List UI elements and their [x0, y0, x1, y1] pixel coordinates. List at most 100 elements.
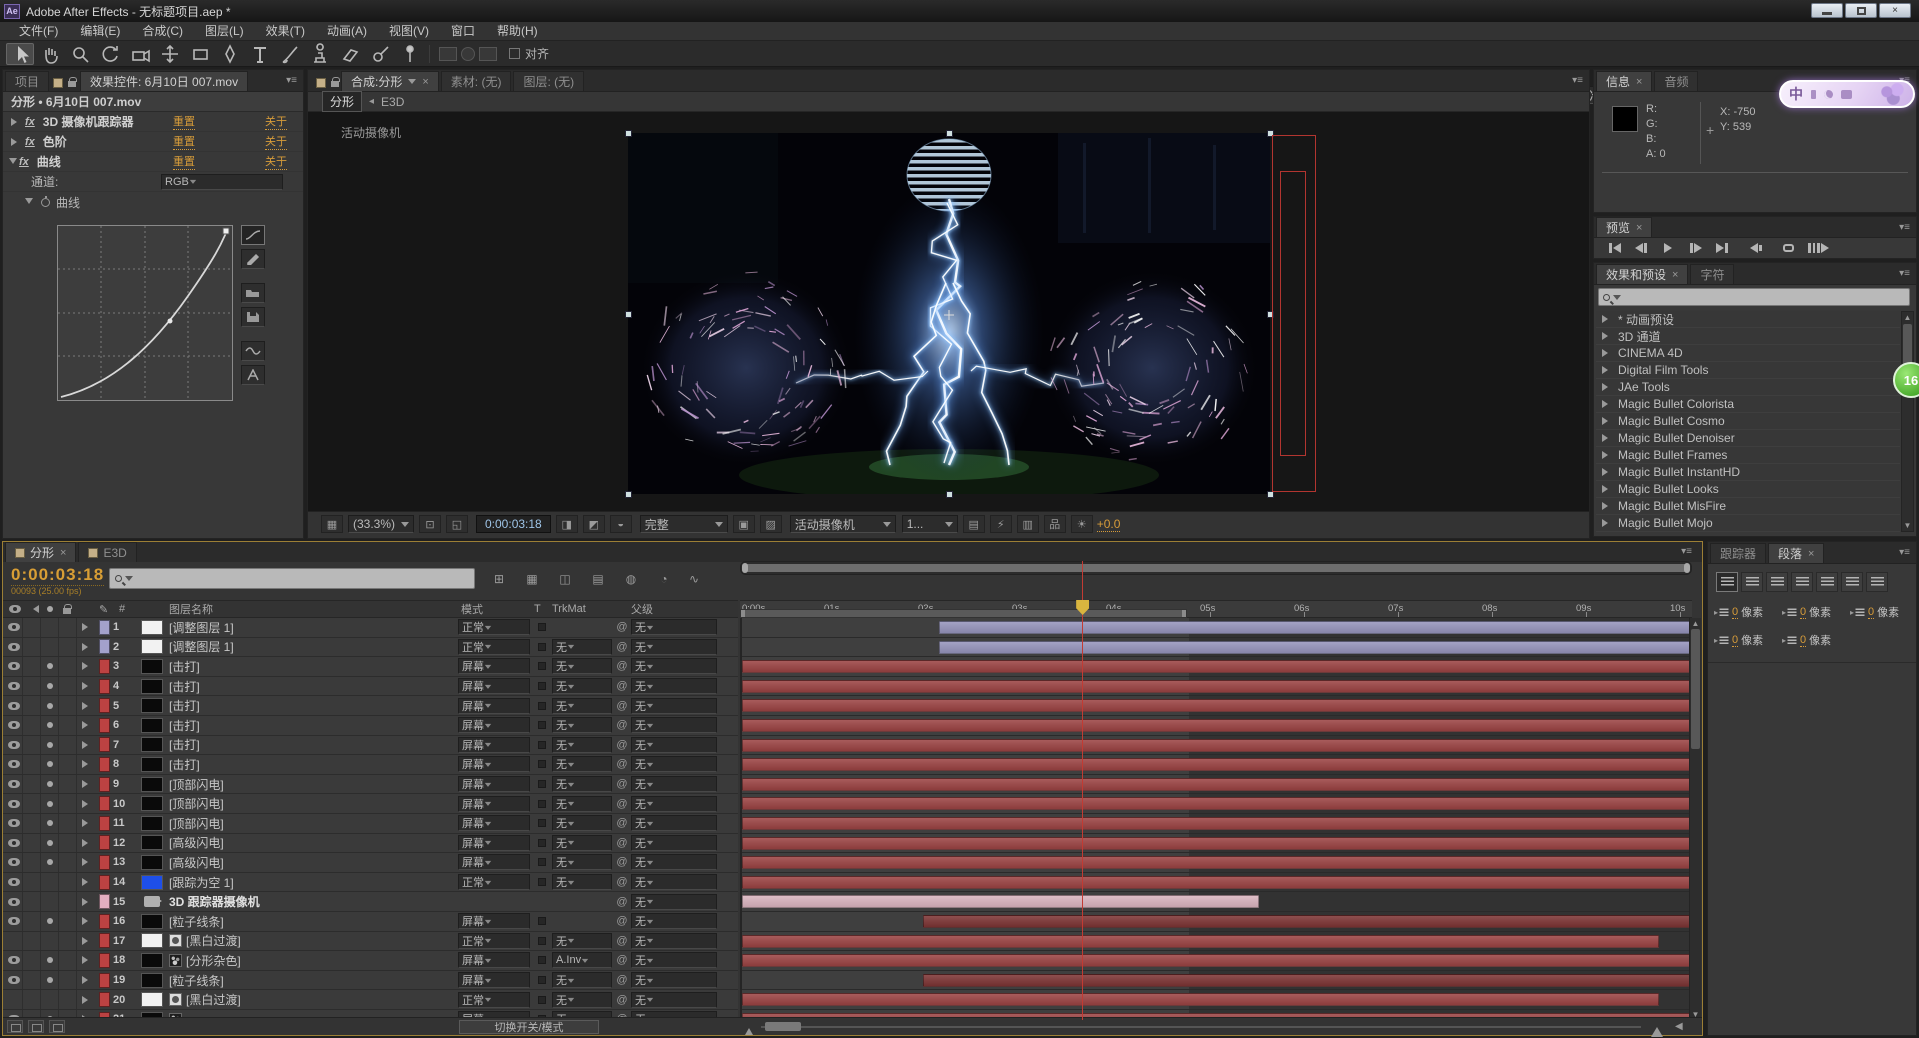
presets-search-input[interactable]: [1598, 288, 1910, 306]
blend-mode-dropdown[interactable]: 正常: [458, 638, 530, 657]
blend-mode-dropdown[interactable]: 屏幕: [458, 971, 530, 990]
ruler-icon[interactable]: ▤: [963, 515, 985, 533]
layer-audio-toggle[interactable]: [23, 794, 41, 813]
layer-visibility-toggle[interactable]: [5, 638, 23, 657]
justify-last-center-button[interactable]: [1816, 572, 1838, 592]
parent-pickwhip-icon[interactable]: @: [615, 853, 629, 872]
layer-row[interactable]: 4[击打]屏幕无@无: [3, 677, 738, 697]
layer-visibility-toggle[interactable]: [5, 971, 23, 990]
panel-menu-icon[interactable]: ▾≡: [286, 75, 297, 86]
layer-label-chip[interactable]: [97, 755, 112, 774]
blend-mode-dropdown[interactable]: 屏幕: [458, 755, 530, 774]
layer-lock-toggle[interactable]: [59, 638, 77, 657]
preset-category-8[interactable]: Magic Bullet Frames: [1596, 447, 1900, 464]
layer-solo-toggle[interactable]: [41, 912, 59, 931]
layer-name[interactable]: [击打]: [169, 736, 455, 755]
layer-row[interactable]: 19[粒子线条]屏幕无@无: [3, 971, 738, 991]
layer-solo-toggle[interactable]: [41, 932, 59, 951]
layer-duration-row[interactable]: [742, 932, 1692, 952]
name-column-header[interactable]: 图层名称: [169, 601, 213, 617]
parent-pickwhip-icon[interactable]: @: [615, 716, 629, 735]
layer-audio-toggle[interactable]: [23, 716, 41, 735]
layer-duration-row[interactable]: [742, 696, 1692, 716]
layer-audio-toggle[interactable]: [23, 834, 41, 853]
layer-audio-toggle[interactable]: [23, 853, 41, 872]
layer-audio-toggle[interactable]: [23, 892, 41, 911]
layer-visibility-toggle[interactable]: [5, 814, 23, 833]
layer-lock-toggle[interactable]: [59, 873, 77, 892]
preset-category-0[interactable]: * 动画预设: [1596, 311, 1900, 328]
layer-audio-toggle[interactable]: [23, 971, 41, 990]
blend-mode-dropdown[interactable]: 屏幕: [458, 677, 530, 696]
trkmat-dropdown[interactable]: 无: [552, 775, 612, 794]
layer-expand-arrow[interactable]: [79, 932, 95, 951]
preset-category-4[interactable]: JAe Tools: [1596, 379, 1900, 396]
layer-duration-bar[interactable]: [742, 699, 1691, 712]
layer-duration-bar[interactable]: [939, 621, 1691, 634]
preserve-transparency-toggle[interactable]: [534, 696, 550, 715]
indent-left-margin-value[interactable]: 0: [1732, 606, 1738, 619]
blend-mode-dropdown[interactable]: 屏幕: [458, 834, 530, 853]
trkmat-dropdown[interactable]: 无: [552, 971, 612, 990]
justify-all-button[interactable]: [1866, 572, 1888, 592]
expand-arrow-icon[interactable]: [9, 158, 17, 168]
preserve-transparency-toggle[interactable]: [534, 912, 550, 931]
parent-dropdown[interactable]: 无: [631, 696, 717, 715]
trkmat-column-header[interactable]: TrkMat: [552, 601, 586, 617]
layer-duration-row[interactable]: [742, 677, 1692, 697]
layer-duration-bar[interactable]: [742, 856, 1691, 869]
trkmat-dropdown[interactable]: A.Inv: [552, 951, 612, 970]
draft-3d-icon[interactable]: ▦: [519, 569, 545, 588]
preserve-transparency-toggle[interactable]: [534, 971, 550, 990]
zoom-in-mountain-icon[interactable]: [1651, 1021, 1663, 1037]
trkmat-dropdown[interactable]: 无: [552, 873, 612, 892]
play-button[interactable]: [1657, 240, 1679, 255]
parent-dropdown[interactable]: 无: [631, 814, 717, 833]
trkmat-dropdown[interactable]: 无: [552, 638, 612, 657]
layer-expand-arrow[interactable]: [79, 912, 95, 931]
tab-tracker[interactable]: 跟踪器: [1710, 543, 1766, 563]
layer-duration-row[interactable]: [742, 834, 1692, 854]
layer-label-chip[interactable]: [97, 657, 112, 676]
layer-solo-toggle[interactable]: [41, 794, 59, 813]
parent-dropdown[interactable]: 无: [631, 853, 717, 872]
ime-skin-icon[interactable]: [1841, 90, 1852, 99]
tab-close-icon[interactable]: ×: [422, 76, 428, 88]
align-right-button[interactable]: [1766, 572, 1788, 592]
tab-caret-icon[interactable]: [408, 79, 416, 88]
reset-link[interactable]: 重置: [173, 113, 195, 130]
preset-category-2[interactable]: CINEMA 4D: [1596, 345, 1900, 362]
layer-expand-arrow[interactable]: [79, 990, 95, 1009]
layer-duration-bar[interactable]: [742, 719, 1691, 732]
timeline-zoom-slider[interactable]: [761, 1026, 1641, 1028]
indent-left-margin-control[interactable]: ▸0像素: [1714, 604, 1763, 620]
layer-visibility-toggle[interactable]: [5, 696, 23, 715]
curves-editor[interactable]: [57, 225, 233, 401]
layer-name[interactable]: [粒子线条]: [169, 912, 455, 931]
parent-dropdown[interactable]: 无: [631, 775, 717, 794]
blend-mode-dropdown[interactable]: 屏幕: [458, 853, 530, 872]
layer-duration-bar[interactable]: [939, 641, 1691, 654]
layer-visibility-toggle[interactable]: [5, 794, 23, 813]
layer-expand-arrow[interactable]: [79, 873, 95, 892]
timeline-search-input[interactable]: [109, 568, 475, 589]
menu-item-0[interactable]: 文件(F): [8, 22, 69, 41]
menu-item-5[interactable]: 动画(A): [316, 22, 378, 41]
layer-row[interactable]: 11[顶部闪电]屏幕无@无: [3, 814, 738, 834]
layer-name[interactable]: [粒子线条]: [169, 971, 455, 990]
layer-row[interactable]: 1[调整图层 1]正常@无: [3, 618, 738, 638]
previous-frame-button[interactable]: [1630, 240, 1652, 255]
preserve-transparency-toggle[interactable]: [534, 990, 550, 1009]
parent-dropdown[interactable]: 无: [631, 873, 717, 892]
layer-expand-arrow[interactable]: [79, 853, 95, 872]
layer-audio-toggle[interactable]: [23, 990, 41, 1009]
parent-pickwhip-icon[interactable]: @: [615, 657, 629, 676]
layer-row[interactable]: 153D 跟踪器摄像机@无: [3, 892, 738, 912]
layer-expand-arrow[interactable]: [79, 696, 95, 715]
layer-label-chip[interactable]: [97, 932, 112, 951]
layer-solo-toggle[interactable]: [41, 716, 59, 735]
layer-audio-toggle[interactable]: [23, 814, 41, 833]
space-after-paragraph-control[interactable]: ▸0像素: [1782, 632, 1831, 648]
layer-name[interactable]: [调整图层 1]: [169, 618, 455, 637]
justify-last-left-button[interactable]: [1791, 572, 1813, 592]
